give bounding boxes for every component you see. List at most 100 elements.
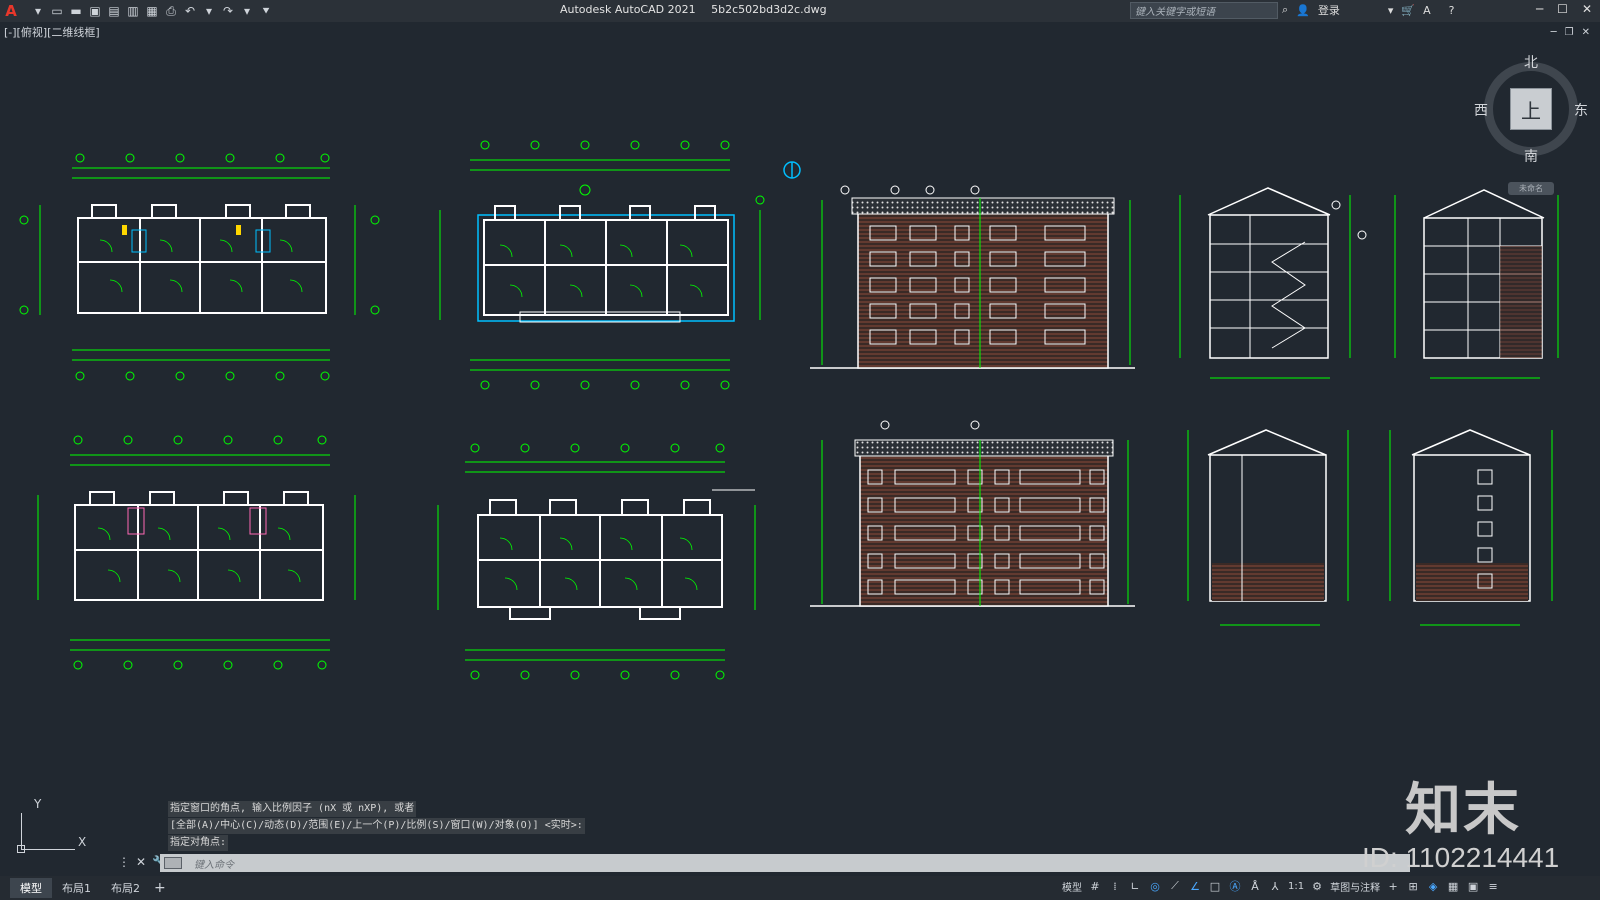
elevation-west: [1187, 429, 1349, 626]
compass-south[interactable]: 南: [1524, 146, 1538, 166]
doc-minimize-icon[interactable]: ─: [1551, 27, 1557, 38]
open-folder-icon[interactable]: ▬: [68, 3, 84, 19]
floor-plan-upper: [37, 435, 356, 670]
close-icon[interactable]: ✕: [1582, 2, 1592, 16]
ucs-icon: Y X: [14, 795, 87, 855]
osnap-tracking-icon[interactable]: ∠: [1188, 878, 1202, 894]
floor-plan-ground: [439, 140, 801, 390]
ucs-y-label: Y: [34, 797, 42, 811]
ortho-icon[interactable]: ∟: [1128, 878, 1142, 894]
tab-model[interactable]: 模型: [10, 878, 52, 898]
undo-dropdown-icon[interactable]: ▾: [201, 3, 217, 19]
compass-west[interactable]: 西: [1474, 100, 1488, 120]
grid-icon[interactable]: #: [1088, 878, 1102, 894]
workspace-gear-icon[interactable]: ⚙: [1310, 878, 1324, 894]
web-save-icon[interactable]: ▥: [125, 3, 141, 19]
ucs-origin: [17, 845, 25, 853]
elevation-rear: [810, 420, 1135, 607]
annotation-visibility-icon[interactable]: Ⓐ: [1228, 878, 1242, 894]
maximize-icon[interactable]: ☐: [1557, 2, 1568, 16]
floor-plan-roof-level: [437, 443, 756, 680]
isodraft-icon[interactable]: ⟋: [1168, 878, 1182, 894]
osnap-icon[interactable]: □: [1208, 878, 1222, 894]
grip-icon[interactable]: ⋮: [118, 855, 130, 869]
annotation-monitor-icon[interactable]: +: [1386, 878, 1400, 894]
command-history: 指定窗口的角点, 输入比例因子 (nX 或 nXP), 或者 [全部(A)/中心…: [168, 801, 585, 852]
print-icon[interactable]: ⎙: [163, 3, 179, 19]
undo-icon[interactable]: ↶: [182, 3, 198, 19]
login-button[interactable]: 登录: [1318, 2, 1340, 18]
cart-icon[interactable]: 🛒: [1401, 4, 1415, 17]
app-name: Autodesk AutoCAD 2021: [560, 3, 696, 16]
user-icon[interactable]: 👤: [1296, 4, 1310, 17]
status-toggles: 模型 # ⁞ ∟ ◎ ⟋ ∠ □ Ⓐ Å ⅄ 1:1 ⚙ 草图与注释 + ⊞ ◈…: [1062, 878, 1500, 894]
redo-icon[interactable]: ↷: [220, 3, 236, 19]
command-history-line: [全部(A)/中心(C)/动态(D)/范围(E)/上一个(P)/比例(S)/窗口…: [168, 818, 585, 834]
title-bar: A ▾ ▭ ▬ ▣ ▤ ▥ ▦ ⎙ ↶ ▾ ↷ ▾ ⯆ Autodesk Aut…: [0, 0, 1600, 22]
status-bar: 模型 布局1 布局2 + 模型 # ⁞ ∟ ◎ ⟋ ∠ □ Ⓐ Å ⅄ 1:1 …: [0, 876, 1600, 900]
floor-plan-standard: [19, 153, 380, 381]
search-placeholder: 键入关键字或短语: [1135, 7, 1215, 18]
doc-restore-icon[interactable]: ❐: [1565, 27, 1574, 38]
section-view-2: [1394, 189, 1559, 379]
workspace-switch[interactable]: 草图与注释: [1330, 879, 1380, 894]
command-close-icon[interactable]: ✕: [136, 855, 146, 869]
command-line[interactable]: 键入命令: [160, 854, 1410, 872]
command-input[interactable]: 键入命令: [194, 856, 234, 871]
mobile-save-icon[interactable]: ▦: [144, 3, 160, 19]
app-logo-icon[interactable]: A: [0, 0, 22, 22]
redo-dropdown-icon[interactable]: ▾: [239, 3, 255, 19]
section-view-1: [1179, 187, 1367, 379]
file-name: 5b2c502bd3d2c.dwg: [711, 3, 827, 16]
document-window-controls: ─ ❐ ✕: [1551, 27, 1590, 38]
viewcube-top-face[interactable]: 上: [1510, 88, 1552, 130]
clean-screen-icon[interactable]: ▣: [1466, 878, 1480, 894]
customize-qat-icon[interactable]: ⯆: [258, 3, 274, 19]
tab-layout1[interactable]: 布局1: [52, 878, 101, 898]
command-prompt-icon[interactable]: [164, 857, 182, 869]
save-icon[interactable]: ▣: [87, 3, 103, 19]
save-as-icon[interactable]: ▤: [106, 3, 122, 19]
add-layout-icon[interactable]: +: [154, 880, 166, 896]
annotation-scale-icon[interactable]: ⅄: [1268, 878, 1282, 894]
units-icon[interactable]: ⊞: [1406, 878, 1420, 894]
new-file-icon[interactable]: ▭: [49, 3, 65, 19]
quick-properties-icon[interactable]: ◈: [1426, 878, 1440, 894]
autocad-window: A ▾ ▭ ▬ ▣ ▤ ▥ ▦ ⎙ ↶ ▾ ↷ ▾ ⯆ Autodesk Aut…: [0, 0, 1600, 900]
search-icon[interactable]: ⌕: [1282, 3, 1288, 17]
tab-layout2[interactable]: 布局2: [101, 878, 150, 898]
menu-arrow-icon[interactable]: ▾: [30, 3, 46, 19]
compass-north[interactable]: 北: [1524, 52, 1538, 72]
doc-close-icon[interactable]: ✕: [1582, 27, 1590, 38]
quick-access-toolbar: ▾ ▭ ▬ ▣ ▤ ▥ ▦ ⎙ ↶ ▾ ↷ ▾ ⯆: [30, 3, 274, 19]
watermark-id: ID: 1102214441: [1362, 842, 1560, 873]
window-title: Autodesk AutoCAD 2021 5b2c502bd3d2c.dwg: [560, 3, 839, 16]
login-dropdown-icon[interactable]: ▾: [1388, 4, 1394, 17]
ucs-y-axis: [21, 813, 22, 849]
minimize-icon[interactable]: ─: [1536, 2, 1543, 16]
isolate-objects-icon[interactable]: ▦: [1446, 878, 1460, 894]
customization-icon[interactable]: ≡: [1486, 878, 1500, 894]
elevation-front: [810, 185, 1135, 369]
auto-scale-icon[interactable]: Å: [1248, 878, 1262, 894]
watermark-logo: 知末: [1405, 778, 1521, 843]
snap-icon[interactable]: ⁞: [1108, 878, 1122, 894]
wcs-menu-button[interactable]: 未命名: [1508, 182, 1554, 195]
autodesk-account-icon[interactable]: A: [1423, 4, 1431, 17]
command-history-line: 指定对角点:: [168, 835, 229, 851]
viewport-controls-label[interactable]: [-][俯视][二维线框]: [4, 24, 100, 40]
annotation-scale-value[interactable]: 1:1: [1288, 881, 1304, 892]
command-history-line: 指定窗口的角点, 输入比例因子 (nX 或 nXP), 或者: [168, 801, 417, 817]
elevation-east: [1389, 429, 1553, 626]
viewcube[interactable]: 上 北 南 西 东: [1472, 55, 1590, 168]
drawing-canvas[interactable]: [0, 40, 1600, 850]
model-space-button[interactable]: 模型: [1062, 879, 1082, 894]
ucs-x-axis: [21, 849, 75, 850]
help-search-input[interactable]: 键入关键字或短语: [1130, 2, 1278, 19]
help-icon[interactable]: ?: [1449, 4, 1455, 17]
ucs-x-label: X: [78, 835, 87, 849]
polar-icon[interactable]: ◎: [1148, 878, 1162, 894]
compass-east[interactable]: 东: [1574, 100, 1588, 120]
window-controls: ─ ☐ ✕: [1536, 2, 1592, 16]
title-right-tools: ⌕ 👤 登录 ▾ 🛒 A ?: [1282, 2, 1454, 18]
